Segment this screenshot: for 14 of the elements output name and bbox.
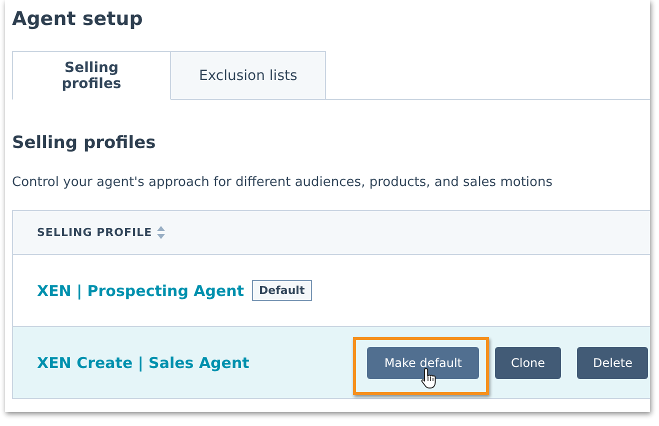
- default-tag: Default: [252, 280, 312, 301]
- action-button[interactable]: Make default: [367, 346, 479, 378]
- column-header[interactable]: SELLING PROFILE: [37, 226, 152, 239]
- section-description: Control your agent's approach for different audiences, products, and sales motions: [12, 174, 554, 192]
- sort-icon[interactable]: [157, 226, 166, 239]
- action-button[interactable]: Clone: [494, 346, 562, 378]
- table-row[interactable]: XEN Create | Sales Agent Make default Clone Delete: [13, 326, 650, 398]
- page-title: Agent setup: [12, 7, 144, 31]
- action-button[interactable]: Delete: [577, 346, 648, 378]
- profile-link[interactable]: XEN | Prospecting Agent: [37, 282, 244, 300]
- tab[interactable]: Exclusion lists: [171, 51, 326, 100]
- hand-cursor-icon: [421, 366, 438, 388]
- section-title: Selling profiles: [12, 132, 157, 154]
- tab[interactable]: Selling profiles: [12, 51, 171, 100]
